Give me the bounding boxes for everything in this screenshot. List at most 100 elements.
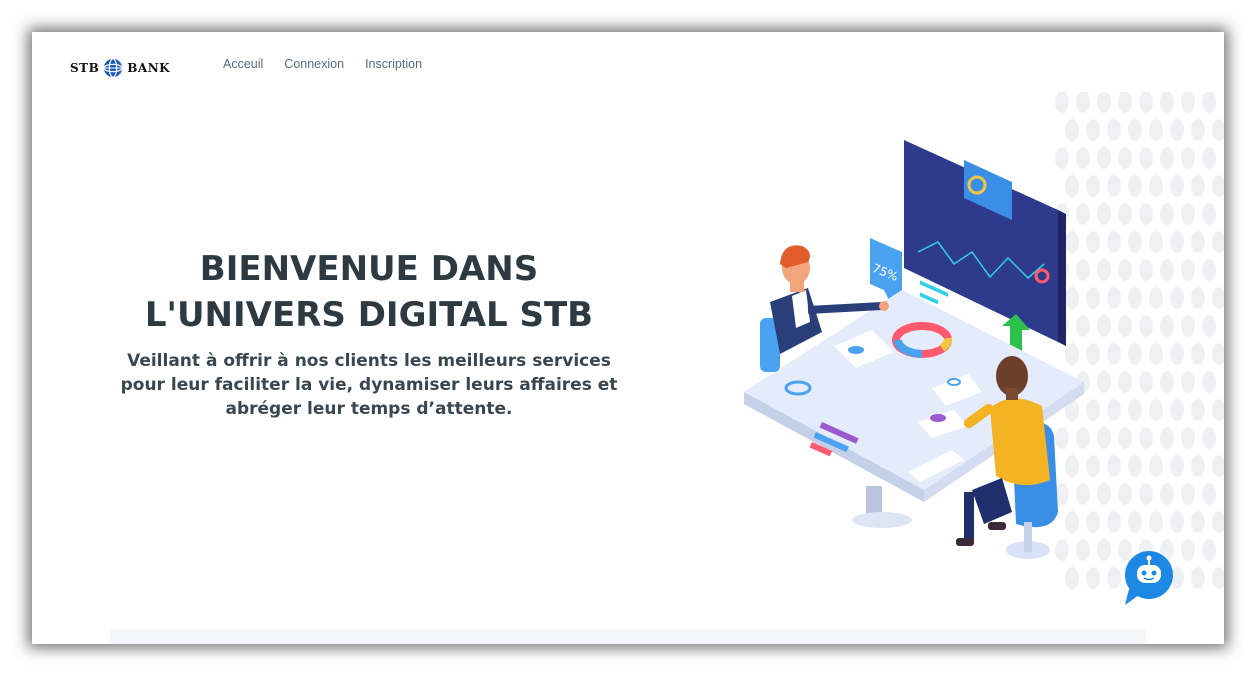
pattern-dot xyxy=(1107,231,1121,253)
pattern-dot xyxy=(1097,92,1111,113)
pattern-dot xyxy=(1139,483,1153,505)
pattern-dot xyxy=(1065,231,1079,253)
pattern-dot xyxy=(1170,455,1184,477)
pattern-dot xyxy=(1202,203,1216,225)
pattern-dot xyxy=(1118,92,1132,113)
pattern-dot xyxy=(1149,511,1163,533)
pattern-dot xyxy=(1202,483,1216,505)
pattern-dot xyxy=(1149,231,1163,253)
pattern-dot xyxy=(1149,455,1163,477)
pattern-dot xyxy=(1097,483,1111,505)
pattern-dot xyxy=(1170,399,1184,421)
pattern-dot xyxy=(1170,343,1184,365)
pattern-dot xyxy=(1107,455,1121,477)
pattern-dot xyxy=(1212,511,1224,533)
pattern-dot xyxy=(1107,287,1121,309)
nav-link-accueil[interactable]: Acceuil xyxy=(223,57,263,71)
hero-title: BIENVENUE DANS L'UNIVERS DIGITAL STB xyxy=(132,246,606,338)
pattern-dot xyxy=(1128,455,1142,477)
pattern-dot xyxy=(1065,511,1079,533)
pattern-dot xyxy=(1181,371,1195,393)
pattern-dot xyxy=(1170,231,1184,253)
pattern-dot xyxy=(1118,259,1132,281)
pattern-dot xyxy=(1212,455,1224,477)
pattern-dot xyxy=(1065,343,1079,365)
pattern-dot xyxy=(1212,399,1224,421)
pattern-dot xyxy=(1181,92,1195,113)
pattern-dot xyxy=(1202,371,1216,393)
pattern-dot xyxy=(1139,147,1153,169)
pattern-dot xyxy=(1128,343,1142,365)
pattern-dot xyxy=(1086,287,1100,309)
pattern-dot xyxy=(1097,203,1111,225)
pattern-dot xyxy=(1086,399,1100,421)
pattern-dot xyxy=(1076,203,1090,225)
brand-right-text: BANK xyxy=(127,61,171,75)
brand-logo[interactable]: STB BANK xyxy=(70,56,170,80)
pattern-dot xyxy=(1191,399,1205,421)
hero-title-line2: L'UNIVERS DIGITAL STB xyxy=(144,295,594,335)
pattern-dot xyxy=(1086,455,1100,477)
pattern-dot xyxy=(1139,315,1153,337)
pattern-dot xyxy=(1097,539,1111,561)
brand-left-text: STB xyxy=(70,61,100,75)
pattern-dot xyxy=(1086,231,1100,253)
pattern-dot xyxy=(1181,259,1195,281)
pattern-dot xyxy=(1181,203,1195,225)
pattern-dot xyxy=(1107,175,1121,197)
pattern-dot xyxy=(1202,315,1216,337)
pattern-dot xyxy=(1181,315,1195,337)
pattern-dot xyxy=(1107,343,1121,365)
pattern-dot xyxy=(1097,315,1111,337)
pattern-dot xyxy=(1118,483,1132,505)
pattern-dot xyxy=(1128,231,1142,253)
pattern-dot xyxy=(1107,399,1121,421)
pattern-dot xyxy=(1212,231,1224,253)
pattern-dot xyxy=(1202,427,1216,449)
nav-link-inscription[interactable]: Inscription xyxy=(365,57,422,71)
pattern-dot xyxy=(1065,119,1079,141)
pattern-dot xyxy=(1191,511,1205,533)
chatbot-icon[interactable] xyxy=(1121,549,1177,607)
pattern-dot xyxy=(1107,511,1121,533)
pattern-dot xyxy=(1170,287,1184,309)
pattern-dot xyxy=(1191,567,1205,589)
pattern-dot xyxy=(1139,371,1153,393)
pattern-dot xyxy=(1097,371,1111,393)
meeting-illustration: 75% xyxy=(744,92,1224,589)
pattern-dot xyxy=(1181,483,1195,505)
pattern-dot xyxy=(1149,119,1163,141)
pattern-dot xyxy=(1160,92,1174,113)
pattern-dot xyxy=(1149,287,1163,309)
pattern-dot xyxy=(1107,119,1121,141)
pattern-dot xyxy=(1149,343,1163,365)
nav-link-connexion[interactable]: Connexion xyxy=(284,57,344,71)
pattern-dot xyxy=(1212,175,1224,197)
pattern-dot xyxy=(1191,343,1205,365)
dot-pattern xyxy=(1055,92,1224,589)
pattern-dot xyxy=(1118,427,1132,449)
pattern-dot xyxy=(1128,175,1142,197)
pattern-dot xyxy=(1191,287,1205,309)
pattern-dot xyxy=(1065,287,1079,309)
pattern-dot xyxy=(1076,483,1090,505)
pattern-dot xyxy=(1118,371,1132,393)
hero-title-line1: BIENVENUE DANS xyxy=(199,249,539,289)
pattern-dot xyxy=(1118,315,1132,337)
pattern-dot xyxy=(1076,539,1090,561)
pattern-dot xyxy=(1202,539,1216,561)
pattern-dot xyxy=(1086,343,1100,365)
pattern-dot xyxy=(1107,567,1121,589)
pattern-dot xyxy=(1139,203,1153,225)
pattern-dot xyxy=(1149,175,1163,197)
pattern-dot xyxy=(1076,147,1090,169)
pattern-dot xyxy=(1191,231,1205,253)
pattern-dot xyxy=(1086,511,1100,533)
pattern-dot xyxy=(1086,175,1100,197)
pattern-dot xyxy=(1160,371,1174,393)
pattern-dot xyxy=(1118,147,1132,169)
pattern-dot xyxy=(1065,567,1079,589)
next-section-edge xyxy=(110,630,1146,644)
pattern-dot xyxy=(1118,203,1132,225)
pattern-dot xyxy=(1065,455,1079,477)
